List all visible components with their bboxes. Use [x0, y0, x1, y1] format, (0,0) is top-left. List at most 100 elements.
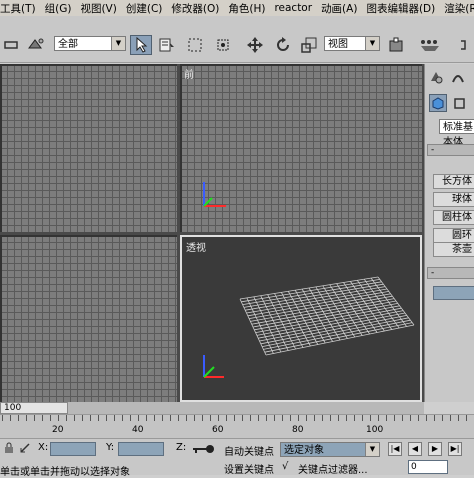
bind-space-warp-icon[interactable]	[26, 35, 46, 53]
chevron-down-icon: ▼	[111, 37, 125, 50]
tick-mark	[66, 415, 67, 421]
shapes-button[interactable]	[451, 94, 469, 112]
modify-tab-icon[interactable]	[449, 68, 467, 86]
play-button[interactable]: ▶	[428, 442, 442, 456]
y-coordinate-field[interactable]	[118, 442, 164, 456]
tick-mark	[226, 415, 227, 421]
tick-mark	[458, 415, 459, 421]
tick-mark	[154, 415, 155, 421]
next-frame-button[interactable]: ▶|	[448, 442, 462, 456]
toolbar-overflow[interactable]	[456, 35, 474, 55]
manipulate-icon	[421, 40, 439, 51]
tick-label: 60	[212, 425, 224, 435]
viewport-perspective[interactable]: 透视	[180, 235, 422, 402]
tick-label: 40	[132, 425, 144, 435]
object-name-field[interactable]	[433, 286, 474, 300]
link-icon	[461, 40, 466, 50]
select-and-scale-button[interactable]	[298, 35, 320, 55]
tick-mark	[210, 415, 211, 421]
auto-key-button[interactable]: 自动关键点	[224, 443, 274, 458]
rollout-name-color[interactable]: -	[427, 267, 474, 279]
grid-line	[263, 319, 411, 350]
menu-graph-editors[interactable]: 图表编辑器(D)	[366, 1, 435, 16]
selected-object-dropdown[interactable]: 选定对象 ▼	[280, 442, 380, 457]
torus-button[interactable]: 圆环	[433, 228, 474, 243]
tick-mark	[362, 415, 363, 421]
viewport-left[interactable]	[0, 235, 177, 402]
rectangular-selection-button[interactable]	[184, 35, 206, 55]
tick-mark	[170, 415, 171, 421]
z-label: Z:	[176, 442, 187, 453]
select-and-rotate-button[interactable]	[272, 35, 294, 55]
sphere-button[interactable]: 球体	[433, 192, 474, 207]
previous-frame-button[interactable]: ◀	[408, 442, 422, 456]
menu-animation[interactable]: 动画(A)	[321, 1, 357, 16]
status-bar: X: Y: Z: 自动关键点 选定对象 ▼ |◀ ◀ ▶ ▶| 单击或单击并拖动…	[0, 438, 474, 478]
menu-rendering[interactable]: 渲染(R)	[444, 1, 474, 16]
menu-modifiers[interactable]: 修改器(O)	[171, 1, 219, 16]
select-object-button[interactable]	[130, 35, 152, 55]
menu-view[interactable]: 视图(V)	[80, 1, 116, 16]
tick-mark	[298, 415, 299, 421]
crossing-select-icon	[217, 39, 229, 51]
viewport-area: 前 透视	[0, 64, 424, 402]
viewport-top[interactable]	[0, 64, 177, 232]
pivot-point-center-button[interactable]	[386, 35, 406, 55]
key-filter-icon: √	[282, 461, 289, 472]
goto-start-icon: |◀	[390, 444, 400, 453]
tick-mark	[26, 415, 27, 421]
tick-mark	[74, 415, 75, 421]
tick-mark	[50, 415, 51, 421]
current-frame-field[interactable]: 0	[408, 460, 448, 474]
menu-tools[interactable]: 工具(T)	[0, 1, 36, 16]
menu-character[interactable]: 角色(H)	[228, 1, 265, 16]
next-frame-icon: ▶|	[450, 444, 460, 453]
tick-mark	[98, 415, 99, 421]
menu-group[interactable]: 组(G)	[45, 1, 72, 16]
rollout-toggle: -	[431, 145, 435, 155]
absolute-mode-icon[interactable]	[18, 441, 32, 455]
tick-mark	[442, 415, 443, 421]
time-slider-thumb[interactable]: 100	[0, 402, 68, 414]
command-panel: 标准基本体 - 长方体 球体 圆柱体 圆环 茶壶 -	[424, 64, 474, 402]
shapes-icon	[454, 98, 465, 109]
menu-reactor[interactable]: reactor	[274, 2, 312, 14]
dashed-rectangle-icon	[188, 38, 202, 52]
cylinder-button[interactable]: 圆柱体	[433, 210, 474, 225]
tick-mark	[218, 415, 219, 421]
x-coordinate-field[interactable]	[50, 442, 96, 456]
goto-start-button[interactable]: |◀	[388, 442, 402, 456]
tick-mark	[130, 415, 131, 421]
viewport-front-label: 前	[184, 70, 194, 81]
tick-mark	[378, 415, 379, 421]
rollout-object-type[interactable]: -	[427, 144, 474, 156]
viewport-front[interactable]: 前	[180, 64, 422, 232]
tick-mark	[402, 415, 403, 421]
tick-mark	[410, 415, 411, 421]
select-by-name-button[interactable]	[156, 35, 178, 55]
window-crossing-button[interactable]	[212, 35, 234, 55]
create-tab-icon[interactable]	[427, 68, 445, 86]
select-manipulate-button[interactable]	[416, 35, 444, 55]
tick-mark	[274, 415, 275, 421]
prev-frame-icon: ◀	[411, 444, 419, 453]
object-category-dropdown[interactable]: 标准基本体	[439, 119, 474, 148]
lock-selection-icon[interactable]	[2, 441, 16, 455]
unlink-icon[interactable]	[2, 35, 20, 53]
selected-object-value: 选定对象	[284, 445, 324, 456]
select-and-move-button[interactable]	[244, 35, 266, 55]
selection-filter-dropdown[interactable]: 全部 ▼	[54, 36, 126, 51]
tick-mark	[34, 415, 35, 421]
reference-coordinate-dropdown[interactable]: 视图 ▼	[324, 36, 380, 51]
box-button[interactable]: 长方体	[433, 174, 474, 189]
teapot-button[interactable]: 茶壶	[433, 242, 474, 257]
menu-create[interactable]: 创建(C)	[126, 1, 163, 16]
track-bar[interactable]: 20 40 60 80 100	[0, 414, 474, 439]
tick-mark	[354, 415, 355, 421]
tick-mark	[10, 415, 11, 421]
tick-mark	[90, 415, 91, 421]
pivot-icon	[389, 37, 403, 52]
geometry-button[interactable]	[429, 94, 447, 112]
tick-label: 80	[292, 425, 304, 435]
tick-label: 100	[366, 425, 384, 435]
